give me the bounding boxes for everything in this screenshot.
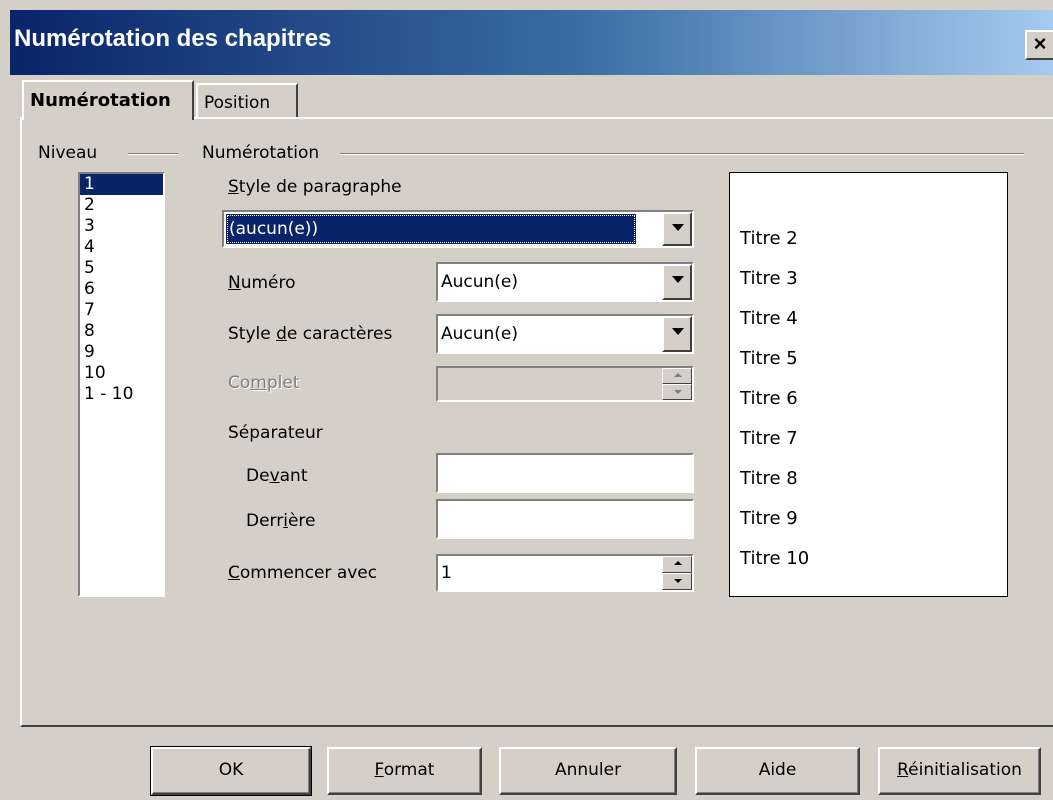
reset-button[interactable]: Réinitialisation (878, 747, 1041, 795)
preview-line: Titre 10 (740, 548, 810, 569)
start-at-value: 1 (441, 563, 452, 583)
list-item[interactable]: 5 (80, 258, 163, 279)
paragraph-style-select[interactable]: (aucun(e)) (222, 210, 694, 248)
start-at-label: Commencer avec (228, 563, 378, 583)
spin-down-icon (662, 384, 692, 400)
after-input[interactable] (436, 499, 694, 539)
number-value: Aucun(e) (441, 272, 519, 292)
chevron-down-icon (672, 224, 684, 231)
numbering-legend: Numérotation (202, 143, 320, 163)
list-item[interactable]: 9 (80, 342, 163, 363)
before-input[interactable] (436, 453, 694, 493)
list-item[interactable]: 6 (80, 279, 163, 300)
numbering-legend-line (340, 153, 1024, 155)
after-label: Derrière (246, 511, 316, 531)
spin-up-icon[interactable] (662, 556, 692, 573)
spin-up-icon (662, 368, 692, 384)
preview-pane: Titre 2 Titre 3 Titre 4 Titre 5 Titre 6 … (729, 172, 1008, 597)
separator-label: Séparateur (228, 423, 323, 443)
window-title: Numérotation des chapitres (14, 25, 332, 52)
level-legend-line (128, 153, 178, 155)
paragraph-style-value: (aucun(e)) (229, 219, 319, 239)
dropdown-button[interactable] (662, 316, 692, 352)
list-item[interactable]: 1 - 10 (80, 384, 163, 405)
list-item[interactable]: 7 (80, 300, 163, 321)
paragraph-style-label: Style de paragraphe (228, 177, 402, 197)
preview-line: Titre 4 (740, 308, 798, 329)
cancel-button[interactable]: Annuler (499, 747, 677, 795)
list-item[interactable]: 3 (80, 216, 163, 237)
preview-line: Titre 9 (740, 508, 798, 529)
char-style-label: Style de caractères (228, 324, 393, 344)
format-button[interactable]: Format (327, 747, 482, 795)
dropdown-button[interactable] (662, 212, 692, 246)
preview-line: Titre 8 (740, 468, 798, 489)
list-item[interactable]: 8 (80, 321, 163, 342)
spin-down-icon[interactable] (662, 573, 692, 590)
ok-button[interactable]: OK (150, 746, 312, 796)
tab-position[interactable]: Position (196, 83, 298, 119)
start-at-spinner[interactable]: 1 (436, 554, 694, 592)
spin-buttons (662, 368, 692, 400)
preview-line: Titre 2 (740, 228, 798, 249)
preview-line: Titre 6 (740, 388, 798, 409)
number-label: Numéro (228, 273, 296, 293)
chevron-down-icon (672, 328, 684, 335)
char-style-value: Aucun(e) (441, 324, 519, 344)
list-item[interactable]: 10 (80, 363, 163, 384)
tab-label: Numérotation (30, 90, 171, 111)
before-label: Devant (246, 466, 308, 486)
char-style-select[interactable]: Aucun(e) (436, 314, 694, 354)
help-button[interactable]: Aide (695, 747, 860, 795)
spin-buttons[interactable] (662, 556, 692, 590)
close-icon[interactable]: × (1025, 30, 1053, 60)
complete-spinner (436, 366, 694, 402)
tab-label: Position (204, 93, 271, 113)
preview-line: Titre 5 (740, 348, 798, 369)
chevron-down-icon (672, 276, 684, 283)
level-listbox[interactable]: 1 2 3 4 5 6 7 8 9 10 1 - 10 (78, 172, 165, 597)
list-item[interactable]: 1 (80, 174, 163, 195)
list-item[interactable]: 4 (80, 237, 163, 258)
preview-line: Titre 7 (740, 428, 798, 449)
level-legend: Niveau (38, 143, 98, 163)
complete-label: Complet (228, 373, 300, 393)
dropdown-button[interactable] (662, 264, 692, 300)
number-select[interactable]: Aucun(e) (436, 262, 694, 302)
paragraph-style-selection: (aucun(e)) (226, 214, 636, 244)
preview-line: Titre 3 (740, 268, 798, 289)
tab-numerotation[interactable]: Numérotation (22, 80, 194, 120)
list-item[interactable]: 2 (80, 195, 163, 216)
title-bar: Numérotation des chapitres × (0, 0, 1053, 75)
